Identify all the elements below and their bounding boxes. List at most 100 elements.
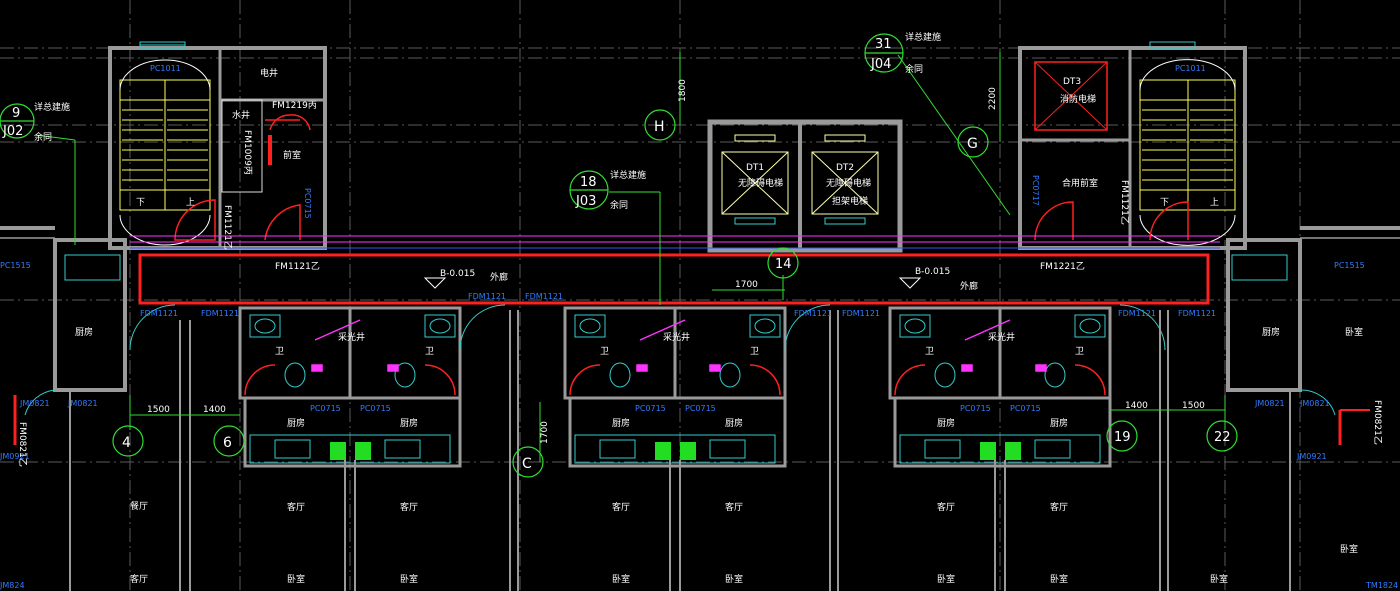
grid-bubble-G: G — [967, 136, 978, 152]
dim-2200: 2200 — [988, 87, 998, 110]
tm1824-label: TM1824 — [1365, 581, 1398, 590]
fdm1121-2: FDM1121 — [201, 309, 239, 318]
shuijing-label: 水井 — [232, 109, 250, 121]
pc0715-unit-6: PC0715 — [1010, 404, 1041, 413]
fm1009-label: FM1009丙 — [242, 130, 253, 175]
chufang-5: 厨房 — [937, 417, 955, 429]
fm1121-stair-left: FM1121乙 — [222, 205, 233, 250]
detail-ref-9-note2: 余同 — [34, 131, 52, 143]
chufang-right: 厨房 — [1262, 326, 1280, 338]
dim-1500-left: 1500 — [147, 405, 170, 415]
jm0821-b: JM0821 — [67, 399, 98, 408]
fm1121-stair-right: FM1121乙 — [1119, 180, 1130, 225]
detail-ref-31-sheet: J04 — [870, 57, 891, 72]
dim-1400-right: 1400 — [1125, 401, 1148, 411]
jm0821-d: JM0821 — [1299, 399, 1330, 408]
grid-bubble-14: 14 — [775, 257, 792, 272]
stair-down-left: 下 — [136, 198, 145, 208]
caiguangjing-1: 采光井 — [338, 331, 365, 343]
pc0715-unit-5: PC0715 — [960, 404, 991, 413]
detail-ref-9-num: 9 — [12, 106, 20, 121]
chufang-6: 厨房 — [1050, 417, 1068, 429]
caiguangjing-3: 采光井 — [988, 331, 1015, 343]
grid-bubble-4: 4 — [122, 435, 131, 451]
woshi-3: 卧室 — [612, 573, 630, 585]
corridor-elev-left: B-0.015 — [440, 269, 475, 279]
right-stair-core — [1018, 41, 1247, 250]
wo-bottom-right: 卧室 — [1340, 543, 1358, 555]
chufang-left: 厨房 — [75, 326, 93, 338]
pc0715-label: PC0715 — [303, 188, 312, 219]
pc1011-left: PC1011 — [150, 64, 181, 73]
fm0821-left: FM0821乙 — [17, 422, 28, 467]
dt3-sub: 消防电梯 — [1060, 93, 1096, 105]
fdm1121-7: FDM1121 — [1118, 309, 1156, 318]
left-stair-core — [108, 41, 327, 250]
wei-3: 卫 — [600, 347, 609, 357]
woshi-6: 卧室 — [1050, 573, 1068, 585]
corridor-elev-right: B-0.015 — [915, 267, 950, 277]
pc0715-unit-2: PC0715 — [360, 404, 391, 413]
fdm1121-3: FDM1121 — [468, 292, 506, 301]
corridor-door-right: FM1221乙 — [1040, 261, 1085, 272]
keting-3: 客厅 — [612, 501, 630, 513]
fdm1121-4: FDM1121 — [525, 292, 563, 301]
units — [13, 304, 1370, 468]
keting-5: 客厅 — [937, 501, 955, 513]
pc0717-label: PC0717 — [1031, 175, 1040, 206]
dim-1700-corridor: 1700 — [735, 280, 758, 290]
wei-4: 卫 — [750, 347, 759, 357]
fdm1121-1: FDM1121 — [140, 309, 178, 318]
fm0821-right: FM0821乙 — [1372, 400, 1383, 445]
chufang-4: 厨房 — [725, 417, 743, 429]
woshi-4: 卧室 — [725, 573, 743, 585]
wei-6: 卫 — [1075, 347, 1084, 357]
corridor-label-right: 外廊 — [960, 280, 978, 292]
chufang-2: 厨房 — [400, 417, 418, 429]
cad-floor-plan: 4 6 H 14 C G 19 22 9 J02 详总建施 余同 18 J03 … — [0, 0, 1400, 591]
keting-4: 客厅 — [725, 501, 743, 513]
grid-bubble-6: 6 — [223, 435, 232, 451]
dt2-sub: 无障碍电梯 — [826, 177, 871, 189]
stair-up-left: 上 — [186, 197, 195, 208]
detail-ref-31-num: 31 — [875, 37, 892, 52]
grid-bubble-19: 19 — [1114, 430, 1131, 445]
jm0821-a: JM0821 — [19, 399, 50, 408]
woshi-1: 卧室 — [287, 573, 305, 585]
dim-1400-left: 1400 — [203, 405, 226, 415]
fdm1121-6: FDM1121 — [842, 309, 880, 318]
keting-2: 客厅 — [400, 501, 418, 513]
jm0921-right: JM0921 — [1296, 452, 1327, 461]
wei-5: 卫 — [925, 347, 934, 357]
dimension-lines — [35, 52, 1226, 462]
detail-ref-31-note: 详总建施 — [905, 31, 941, 43]
wei-1: 卫 — [275, 347, 284, 357]
dt1-sub: 无障碍电梯 — [738, 177, 783, 189]
fm1219-label: FM1219丙 — [272, 100, 317, 111]
grid-bubble-22: 22 — [1214, 430, 1231, 445]
dt2-sub2: 担架电梯 — [832, 195, 868, 207]
detail-ref-18-note2: 余同 — [610, 199, 628, 211]
chufang-1: 厨房 — [287, 417, 305, 429]
qianshi-label: 前室 — [283, 149, 301, 161]
pc1011-right: PC1011 — [1175, 64, 1206, 73]
dt3-label: DT3 — [1063, 77, 1081, 87]
fdm1121-5: FDM1121 — [794, 309, 832, 318]
pc0715-unit-1: PC0715 — [310, 404, 341, 413]
jm0821-c: JM0821 — [1254, 399, 1285, 408]
corridor-label-left: 外廊 — [490, 271, 508, 283]
dim-1500-right: 1500 — [1182, 401, 1205, 411]
dianjing-label: 电井 — [260, 67, 278, 79]
woshi-5: 卧室 — [937, 573, 955, 585]
detail-ref-9-note: 详总建施 — [34, 101, 70, 113]
wo-right: 卧室 — [1345, 326, 1363, 338]
fdm1121-8: FDM1121 — [1178, 309, 1216, 318]
dt2-label: DT2 — [836, 163, 854, 173]
detail-ref-18-num: 18 — [580, 175, 597, 190]
detail-ref-9-sheet: J02 — [2, 124, 23, 139]
dim-1700-vertical: 1700 — [540, 421, 550, 444]
stair-up-right: 上 — [1210, 197, 1219, 208]
keting-1: 客厅 — [287, 501, 305, 513]
pc0715-unit-3: PC0715 — [635, 404, 666, 413]
jm824-label: JM824 — [0, 581, 25, 590]
